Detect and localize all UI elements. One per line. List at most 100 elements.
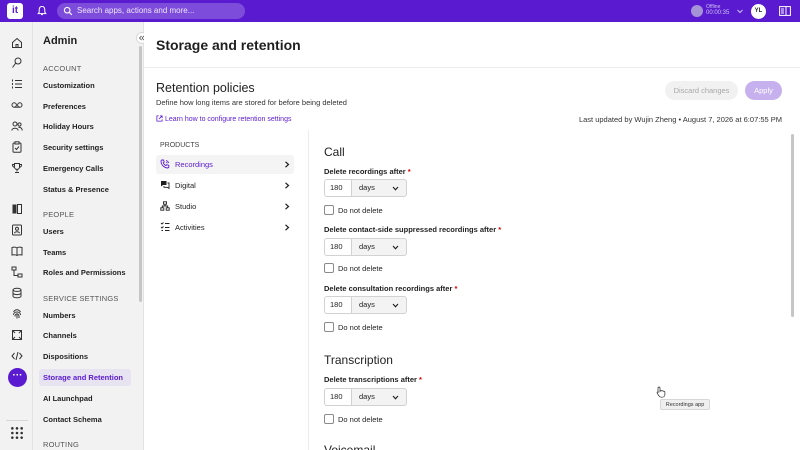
- layout-panel-icon[interactable]: [779, 6, 791, 16]
- nav-users[interactable]: Users: [39, 223, 131, 240]
- transcriptions-unit-select[interactable]: days: [351, 388, 407, 406]
- settings-scrollbar[interactable]: [791, 134, 794, 317]
- recordings-do-not-delete-checkbox[interactable]: [324, 205, 334, 215]
- field-label-consultation: Delete consultation recordings after *: [324, 284, 458, 293]
- clipboard-icon[interactable]: [11, 141, 23, 153]
- nav-customization[interactable]: Customization: [39, 77, 131, 94]
- nav-channels[interactable]: Channels: [39, 327, 131, 344]
- activity-list-icon: [160, 222, 170, 231]
- routes-icon[interactable]: [11, 57, 23, 69]
- product-label: Activities: [175, 223, 205, 232]
- nav-security-settings[interactable]: Security settings: [39, 139, 131, 156]
- chevron-right-icon: [285, 161, 290, 168]
- global-search[interactable]: Search apps, actions and more...: [57, 3, 245, 19]
- product-digital[interactable]: Digital: [156, 176, 294, 195]
- chat-bubbles-icon: [161, 181, 170, 190]
- database-icon[interactable]: [11, 287, 23, 299]
- checkbox-label: Do not delete: [338, 415, 383, 424]
- sidebar-scrollbar[interactable]: [139, 46, 142, 302]
- fingerprint-icon[interactable]: [11, 308, 23, 320]
- apps-grid-icon[interactable]: [10, 426, 24, 440]
- apply-button[interactable]: Apply: [745, 81, 782, 100]
- field-label-transcriptions: Delete transcriptions after *: [324, 375, 422, 384]
- last-updated: Last updated by Wujin Zheng • August 7, …: [578, 115, 782, 124]
- code-icon[interactable]: [11, 350, 23, 362]
- discard-changes-button[interactable]: Discard changes: [665, 81, 738, 100]
- product-activities[interactable]: Activities: [156, 218, 294, 237]
- presence-dot: [691, 5, 703, 17]
- workflow-icon: [160, 201, 170, 211]
- card-subtitle: Define how long items are stored for bef…: [156, 98, 347, 107]
- voicemail-icon[interactable]: [11, 99, 23, 111]
- main-content: Storage and retention Retention policies…: [144, 22, 800, 450]
- section-service-settings: SERVICE SETTINGS: [43, 294, 119, 303]
- suppressed-do-not-delete-checkbox[interactable]: [324, 263, 334, 273]
- frame-icon[interactable]: [11, 329, 23, 341]
- nav-contact-schema[interactable]: Contact Schema: [39, 411, 131, 428]
- products-divider: [308, 130, 309, 450]
- nav-numbers[interactable]: Numbers: [39, 307, 131, 324]
- consultation-unit-select[interactable]: days: [351, 296, 407, 314]
- app-logo[interactable]: it: [7, 3, 23, 19]
- chevron-right-icon: [285, 203, 290, 210]
- nav-emergency-calls[interactable]: Emergency Calls: [39, 160, 131, 177]
- book-icon[interactable]: [11, 203, 23, 215]
- field-label-suppressed: Delete contact-side suppressed recording…: [324, 225, 502, 234]
- learn-link[interactable]: Learn how to configure retention setting…: [156, 115, 291, 123]
- nav-teams[interactable]: Teams: [39, 244, 131, 261]
- checkbox-label: Do not delete: [338, 206, 383, 215]
- suppressed-days-input[interactable]: 180: [324, 238, 351, 256]
- chevron-down-icon: [392, 245, 399, 250]
- voicemail-group-title: Voicemail: [324, 443, 376, 450]
- nav-preferences[interactable]: Preferences: [39, 98, 131, 115]
- nav-dispositions[interactable]: Dispositions: [39, 348, 131, 365]
- home-icon[interactable]: [11, 37, 23, 49]
- workflow-icon[interactable]: [11, 266, 23, 278]
- chevron-down-icon: [392, 186, 399, 191]
- user-avatar[interactable]: YL: [751, 4, 766, 19]
- transcriptions-days-input[interactable]: 180: [324, 388, 351, 406]
- bell-icon[interactable]: [36, 5, 48, 17]
- transcriptions-do-not-delete-checkbox[interactable]: [324, 414, 334, 424]
- nav-storage-retention[interactable]: Storage and Retention: [39, 369, 131, 386]
- search-placeholder: Search apps, actions and more...: [77, 6, 195, 15]
- reading-icon[interactable]: [11, 245, 23, 257]
- product-studio[interactable]: Studio: [156, 197, 294, 216]
- presence-status[interactable]: Offline 00:00:35: [690, 4, 746, 18]
- section-people: PEOPLE: [43, 210, 75, 219]
- hand-cursor-icon: [656, 386, 666, 398]
- chevron-down-icon: [392, 395, 399, 400]
- trophy-icon[interactable]: [11, 162, 23, 174]
- nav-holiday-hours[interactable]: Holiday Hours: [39, 118, 131, 135]
- product-label: Studio: [175, 202, 197, 211]
- suppressed-unit-select[interactable]: days: [351, 238, 407, 256]
- checkbox-label: Do not delete: [338, 323, 383, 332]
- nav-ai-launchpad[interactable]: AI Launchpad: [39, 390, 131, 407]
- nav-status-presence[interactable]: Status & Presence: [39, 181, 131, 198]
- checkbox-label: Do not delete: [338, 264, 383, 273]
- header-divider: [144, 67, 800, 68]
- top-bar: it Search apps, actions and more... Offl…: [0, 0, 800, 22]
- chevron-right-icon: [285, 182, 290, 189]
- admin-title: Admin: [43, 35, 78, 47]
- rail-divider: [6, 420, 28, 421]
- people-icon[interactable]: [11, 120, 23, 132]
- field-label-recordings: Delete recordings after *: [324, 167, 411, 176]
- consultation-do-not-delete-checkbox[interactable]: [324, 322, 334, 332]
- recordings-days-input[interactable]: 180: [324, 179, 351, 197]
- phone-wave-icon: [160, 159, 170, 169]
- queue-list-icon[interactable]: [11, 78, 23, 90]
- app-rail: ···: [0, 22, 33, 450]
- recordings-unit-select[interactable]: days: [351, 179, 407, 197]
- more-icon[interactable]: ···: [8, 368, 27, 387]
- card-title: Retention policies: [156, 81, 255, 95]
- contact-card-icon[interactable]: [11, 224, 23, 236]
- consultation-days-input[interactable]: 180: [324, 296, 351, 314]
- product-label: Recordings: [175, 160, 213, 169]
- product-recordings[interactable]: Recordings: [156, 155, 294, 174]
- external-link-icon: [156, 115, 163, 122]
- product-label: Digital: [175, 181, 196, 190]
- tooltip: Recordings app: [660, 399, 710, 410]
- nav-roles-permissions[interactable]: Roles and Permissions: [39, 264, 131, 281]
- chevron-right-icon: [285, 224, 290, 231]
